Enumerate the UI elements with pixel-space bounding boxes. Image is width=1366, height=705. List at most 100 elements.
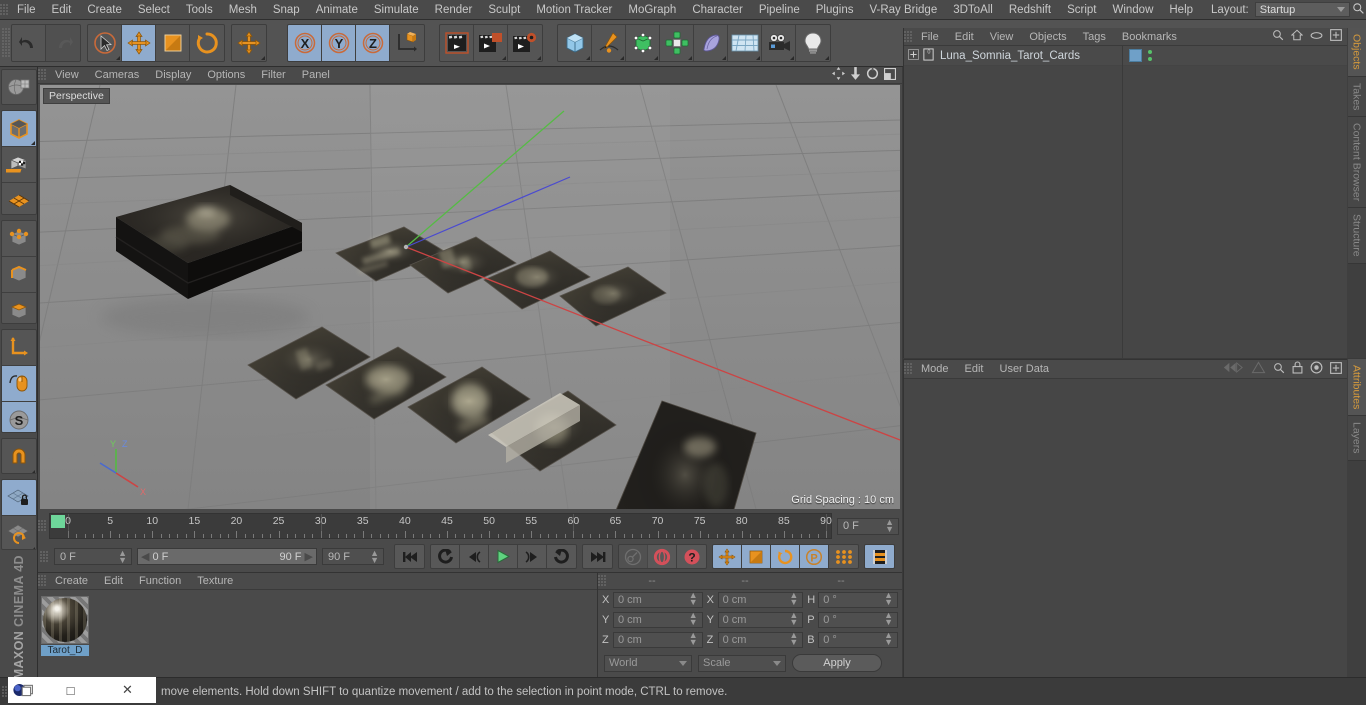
range-left-arrow-icon[interactable]: ◀ [141, 550, 149, 563]
position-key-button[interactable] [713, 545, 742, 568]
workplane-mode-button[interactable] [1, 183, 36, 214]
object-tree[interactable]: 0 Luna_Somnia_Tarot_Cards [904, 46, 1347, 358]
menu-item-window[interactable]: Window [1104, 4, 1161, 16]
attribute-content[interactable] [904, 379, 1347, 677]
menu-item-simulate[interactable]: Simulate [366, 4, 427, 16]
tab-attributes[interactable]: Attributes [1347, 359, 1366, 417]
viewport-menu-options[interactable]: Options [199, 69, 253, 81]
menu-item-edit[interactable]: Edit [44, 4, 80, 16]
coordinate-mode-select[interactable]: Scale [698, 654, 786, 672]
viewport-grip[interactable] [38, 69, 47, 81]
plus-box-icon[interactable] [1330, 29, 1342, 44]
material-grip[interactable] [38, 575, 47, 587]
viewport-menu-cameras[interactable]: Cameras [87, 69, 148, 81]
scale-key-button[interactable] [742, 545, 771, 568]
attribute-menu-user-data[interactable]: User Data [992, 363, 1058, 375]
viewport-menu-panel[interactable]: Panel [294, 69, 338, 81]
zoom-icon[interactable] [850, 67, 861, 83]
timeline-playhead[interactable] [51, 515, 65, 528]
timeline-current-frame-field[interactable]: 0 F ▲ ▼ [837, 517, 899, 535]
live-selection-button[interactable] [88, 25, 122, 61]
make-editable-button[interactable] [1, 70, 36, 105]
render-settings-button[interactable] [508, 25, 542, 61]
viewport-menu-view[interactable]: View [47, 69, 87, 81]
add-cube-button[interactable] [558, 25, 592, 61]
pan-icon[interactable] [832, 67, 845, 83]
play-button[interactable] [489, 545, 518, 568]
tab-takes[interactable]: Takes [1347, 76, 1366, 118]
add-spline-button[interactable] [592, 25, 626, 61]
menu-item-script[interactable]: Script [1059, 4, 1104, 16]
planar-workplane-button[interactable] [1, 516, 36, 549]
keyframe-selection-button[interactable]: ? [677, 545, 706, 568]
object-enable-dots-icon[interactable] [1148, 50, 1152, 61]
material-menu-function[interactable]: Function [131, 575, 189, 587]
object-menu-view[interactable]: View [982, 31, 1022, 43]
menu-item-render[interactable]: Render [427, 4, 481, 16]
object-menu-tags[interactable]: Tags [1075, 31, 1114, 43]
menu-item-3dtoall[interactable]: 3DToAll [945, 4, 1001, 16]
apply-button[interactable]: Apply [792, 654, 882, 672]
undo-button[interactable] [12, 25, 46, 61]
material-menu-texture[interactable]: Texture [189, 575, 241, 587]
menu-item-sculpt[interactable]: Sculpt [480, 4, 528, 16]
viewport-menu-filter[interactable]: Filter [253, 69, 293, 81]
coord-rot-h-field[interactable]: 0 ° ▲ ▼ [818, 591, 898, 608]
menu-item-character[interactable]: Character [684, 4, 751, 16]
timeline-ruler[interactable]: 051015202530354045505560657075808590 [49, 513, 832, 539]
lock-y-button[interactable]: Y [322, 25, 356, 61]
coord-pos-x-field[interactable]: 0 cm ▲ ▼ [612, 591, 703, 608]
render-view-button[interactable] [440, 25, 474, 61]
move-alt-button[interactable] [232, 25, 266, 61]
add-generator-button[interactable] [626, 25, 660, 61]
add-deformer-button[interactable] [694, 25, 728, 61]
expand-toggle-icon[interactable] [908, 48, 919, 63]
spinner-icon[interactable]: ▲ ▼ [118, 548, 129, 564]
edges-mode-button[interactable] [1, 256, 36, 293]
menu-item-plugins[interactable]: Plugins [808, 4, 862, 16]
next-key-button[interactable] [547, 545, 576, 568]
toolbar-grip[interactable] [2, 28, 11, 58]
record-active-objects-button[interactable] [619, 545, 648, 568]
menu-item-create[interactable]: Create [79, 4, 130, 16]
object-menu-file[interactable]: File [913, 31, 947, 43]
coordinates-grip[interactable] [598, 575, 607, 587]
timeline-toggle-button[interactable] [865, 545, 894, 568]
target-icon[interactable] [1310, 361, 1323, 377]
coord-size-z-field[interactable]: 0 cm ▲ ▼ [717, 631, 804, 648]
coord-pos-z-field[interactable]: 0 cm ▲ ▼ [612, 631, 703, 648]
transport-grip[interactable] [40, 550, 49, 563]
material-menu-edit[interactable]: Edit [96, 575, 131, 587]
menu-item-motion-tracker[interactable]: Motion Tracker [528, 4, 620, 16]
lock-x-button[interactable]: X [288, 25, 322, 61]
go-to-start-button[interactable] [395, 545, 424, 568]
menu-item-file[interactable]: File [9, 4, 44, 16]
menu-item-pipeline[interactable]: Pipeline [751, 4, 808, 16]
range-right-arrow-icon[interactable]: ▶ [305, 550, 313, 563]
rotate-button[interactable] [190, 25, 224, 61]
attribute-menu-edit[interactable]: Edit [957, 363, 992, 375]
add-mograph-button[interactable] [660, 25, 694, 61]
lock-icon[interactable] [1292, 361, 1303, 377]
menu-item-select[interactable]: Select [130, 4, 178, 16]
back-icon[interactable] [1222, 361, 1244, 377]
coord-rot-b-field[interactable]: 0 ° ▲ ▼ [818, 631, 898, 648]
current-frame-field[interactable]: 0 F ▲ ▼ [54, 548, 132, 565]
redo-button[interactable] [46, 25, 80, 61]
home-icon[interactable] [1290, 29, 1304, 44]
axis-mode-button[interactable] [1, 329, 36, 366]
model-mode-button[interactable] [1, 111, 36, 148]
snap-settings-button[interactable]: S [1, 401, 36, 433]
world-object-axis-button[interactable] [390, 25, 424, 61]
menu-item-mograph[interactable]: MoGraph [620, 4, 684, 16]
timeline-grip[interactable] [38, 520, 47, 532]
add-scene-button[interactable] [728, 25, 762, 61]
previous-key-button[interactable] [431, 545, 460, 568]
add-light-button[interactable] [796, 25, 830, 61]
coord-size-x-field[interactable]: 0 cm ▲ ▼ [717, 591, 804, 608]
step-forward-button[interactable] [518, 545, 547, 568]
spinner-icon[interactable]: ▲ ▼ [885, 518, 896, 534]
point-level-animation-button[interactable] [829, 545, 858, 568]
attribute-grip[interactable] [904, 363, 913, 375]
frame-range-slider[interactable]: ◀ 0 F 90 F ▶ [137, 548, 317, 565]
